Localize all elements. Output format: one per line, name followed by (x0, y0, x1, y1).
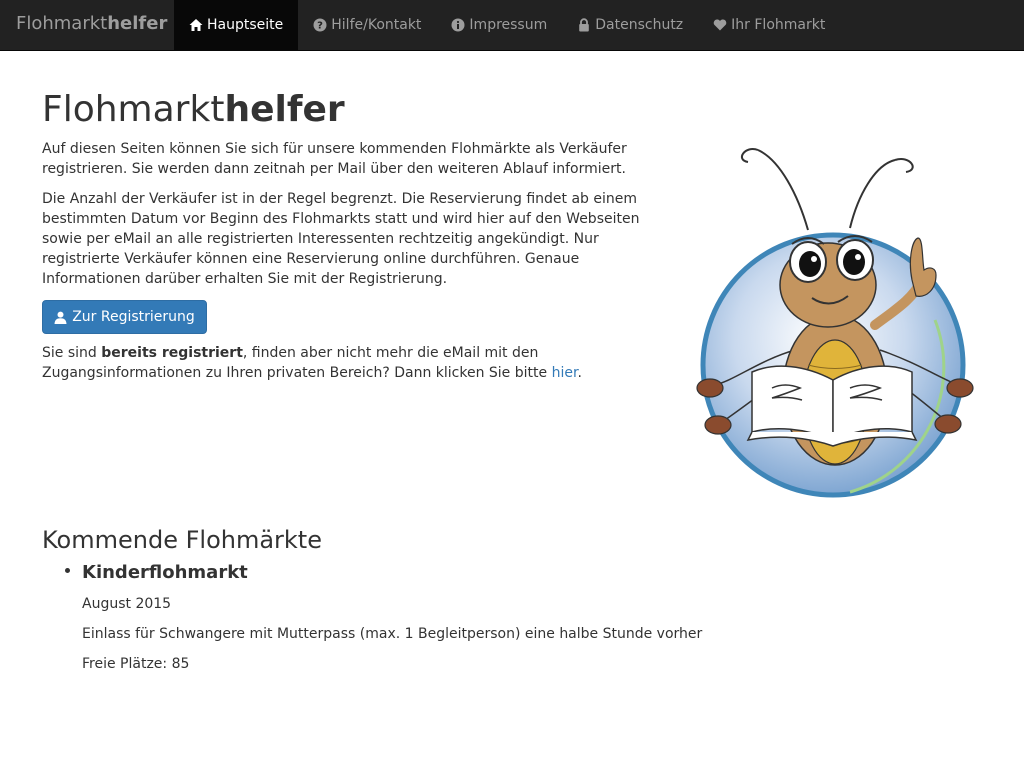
already-prefix: Sie sind (42, 345, 102, 361)
nav-label: Ihr Flohmarkt (731, 17, 826, 33)
market-name: Kinderflohmarkt (82, 562, 248, 583)
svg-text:?: ? (317, 21, 323, 32)
nav-item-impressum[interactable]: Impressum (436, 0, 562, 50)
nav-item-ihr-flohmarkt[interactable]: Ihr Flohmarkt (698, 0, 840, 50)
nav-item-datenschutz[interactable]: Datenschutz (562, 0, 698, 50)
top-navbar: Flohmarkthelfer Hauptseite ? Hilfe/Konta… (0, 0, 1024, 51)
heart-icon (713, 18, 727, 32)
page-title-part1: Flohmarkt (42, 89, 225, 130)
list-item: Kinderflohmarkt August 2015 Einlass für … (65, 561, 702, 672)
already-bold: bereits registriert (101, 345, 243, 361)
page-title-part2: helfer (224, 89, 345, 130)
nav-label: Hauptseite (207, 17, 284, 33)
question-circle-icon: ? (313, 18, 327, 32)
market-date: August 2015 (82, 596, 172, 612)
page-title: Flohmarkthelfer (42, 88, 345, 132)
nav-item-hauptseite[interactable]: Hauptseite (174, 0, 299, 50)
list-bullet (65, 568, 70, 573)
brand-part2[interactable]: helfer (107, 13, 167, 34)
home-icon (189, 18, 203, 32)
main-nav: Hauptseite ? Hilfe/Kontakt Impressum Dat… (174, 0, 840, 50)
info-circle-icon (451, 18, 465, 32)
market-note: Einlass für Schwangere mit Mutterpass (m… (82, 626, 703, 642)
market-list: Kinderflohmarkt August 2015 Einlass für … (65, 561, 702, 672)
nav-label: Hilfe/Kontakt (331, 17, 422, 33)
nav-item-hilfe-kontakt[interactable]: ? Hilfe/Kontakt (298, 0, 436, 50)
nav-label: Impressum (469, 17, 548, 33)
register-button-label: Zur Registrierung (72, 309, 195, 325)
intro-text: Auf diesen Seiten können Sie sich für un… (42, 141, 627, 177)
upcoming-markets-title: Kommende Flohmärkte (42, 526, 322, 554)
brand-part1[interactable]: Flohmarkt (16, 13, 107, 34)
lock-icon (577, 18, 591, 32)
nav-label: Datenschutz (595, 17, 684, 33)
already-suffix: . (577, 365, 582, 381)
user-icon (54, 311, 67, 324)
resend-access-link[interactable]: hier (552, 365, 578, 381)
brand-logo[interactable]: Flohmarkthelfer (16, 0, 167, 50)
register-button[interactable]: Zur Registrierung (42, 300, 207, 334)
already-registered-text: Sie sind bereits registriert, finden abe… (42, 343, 642, 383)
mascot-image (696, 148, 974, 498)
market-free-spots: Freie Plätze: 85 (82, 656, 190, 672)
info-text: Die Anzahl der Verkäufer ist in der Rege… (42, 191, 640, 287)
